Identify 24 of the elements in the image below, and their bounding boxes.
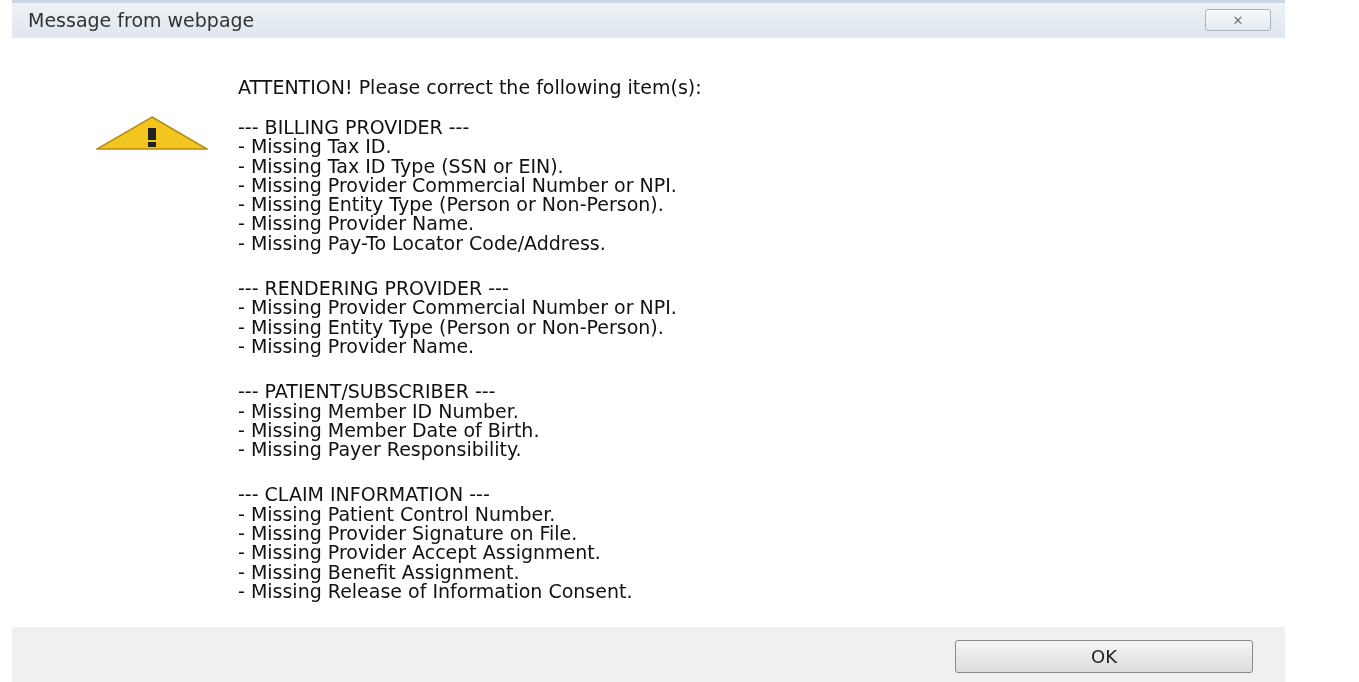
error-item: - Missing Tax ID.	[238, 137, 393, 157]
section-header: --- RENDERING PROVIDER ---	[238, 279, 509, 299]
error-item: - Missing Provider Commercial Number or NPI.	[238, 175, 678, 196]
message-heading: ATTENTION! Please correct the following item(s):	[238, 77, 702, 97]
ok-button[interactable]: OK	[955, 639, 1253, 673]
error-item: - Missing Entity Type (Person or Non-Person).	[238, 195, 665, 215]
error-item: - Missing Release of Information Consent.	[238, 581, 634, 602]
error-item: - Missing Benefit Assignment.	[238, 562, 520, 582]
error-item: - Missing Entity Type (Person or Non-Person).	[238, 317, 665, 337]
error-item: - Missing Member ID Number.	[238, 401, 519, 421]
error-item: - Missing Payer Responsibility.	[238, 440, 523, 460]
section-header: --- BILLING PROVIDER ---	[238, 117, 471, 138]
error-item: - Missing Tax ID Type (SSN or EIN).	[238, 156, 564, 176]
error-item: - Missing Patient Control Number.	[238, 504, 556, 524]
close-button[interactable]: ✕	[1205, 9, 1271, 32]
error-item: - Missing Provider Commercial Number or NPI.	[238, 298, 678, 318]
error-item: - Missing Provider Name.	[238, 336, 475, 357]
error-item: - Missing Pay-To Locator Code/Address.	[238, 233, 607, 254]
section-header: --- CLAIM INFORMATION ---	[238, 485, 491, 505]
window-title: Message from webpage	[28, 9, 255, 32]
error-item: - Missing Provider Signature on File.	[238, 524, 578, 544]
error-item: - Missing Member Date of Birth.	[238, 420, 541, 441]
warning-icon	[96, 115, 208, 150]
section-header: --- PATIENT/SUBSCRIBER ---	[238, 382, 497, 402]
